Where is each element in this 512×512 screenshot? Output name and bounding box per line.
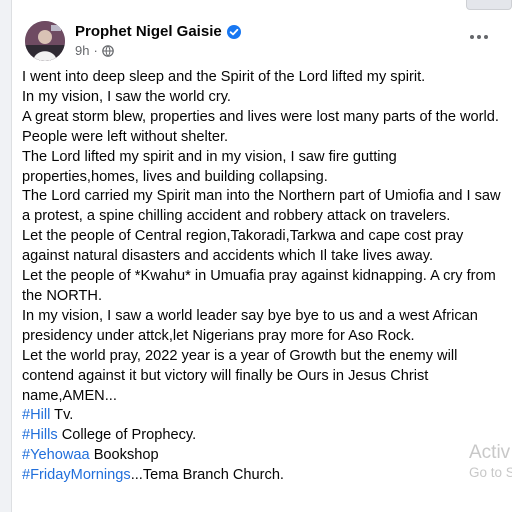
post-time[interactable]: 9h — [75, 43, 89, 58]
hashtag-line: #Hills College of Prophecy. — [22, 426, 508, 446]
avatar-image — [25, 21, 65, 61]
more-options-dot — [477, 35, 481, 39]
avatar[interactable] — [25, 21, 65, 61]
hashtag-line: #Hill Tv. — [22, 406, 508, 426]
hashtag-line-text: Tv. — [50, 407, 74, 424]
more-options-dot — [470, 35, 474, 39]
hashtag-link[interactable]: #Yehowaa — [22, 447, 90, 463]
globe-icon[interactable] — [102, 44, 114, 57]
post-body: I went into deep sleep and the Spirit of… — [22, 68, 508, 486]
hashtag-link[interactable]: #Hills — [22, 427, 58, 443]
meta-separator: · — [93, 43, 98, 58]
post-meta: 9h · — [75, 43, 114, 58]
post-card: Prophet Nigel Gaisie 9h · I went into de… — [11, 0, 512, 512]
hashtag-line: #Yehowaa Bookshop — [22, 446, 508, 466]
post-paragraph: Let the people of Central region,Takorad… — [22, 228, 464, 265]
post-paragraph: In my vision, I saw the world cry. — [22, 88, 231, 105]
author-name[interactable]: Prophet Nigel Gaisie — [75, 23, 222, 40]
post-paragraph: In my vision, I saw a world leader say b… — [22, 307, 478, 344]
hashtag-line-text: Bookshop — [89, 447, 159, 464]
author-row: Prophet Nigel Gaisie — [75, 23, 241, 40]
facebook-post-view: Prophet Nigel Gaisie 9h · I went into de… — [0, 0, 512, 512]
hashtag-line-text: College of Prophecy. — [57, 427, 197, 444]
post-paragraph: The Lord lifted my spirit and in my visi… — [22, 148, 397, 185]
hashtag-line-text: ...Tema Branch Church. — [130, 467, 284, 484]
hashtag-link[interactable]: #FridayMornings — [22, 467, 131, 483]
post-paragraph: The Lord carried my Spirit man into the … — [22, 188, 501, 225]
activation-watermark: Activ Go to S — [469, 441, 512, 482]
post-paragraph: Let the world pray, 2022 year is a year … — [22, 347, 458, 404]
post-paragraph: Let the people of *Kwahu* in Umuafia pra… — [22, 268, 496, 304]
more-options-dot — [484, 35, 488, 39]
post-paragraph: I went into deep sleep and the Spirit of… — [22, 69, 426, 85]
post-header: Prophet Nigel Gaisie 9h · — [12, 0, 512, 66]
hashtag-line: #FridayMornings...Tema Branch Church. — [22, 466, 508, 486]
watermark-line-2: Go to S — [469, 465, 512, 480]
hashtag-link[interactable]: #Hill — [22, 407, 50, 423]
more-options-icon[interactable] — [468, 30, 490, 44]
watermark-line-1: Activ — [469, 442, 511, 463]
post-paragraph: People were left without shelter. — [22, 128, 229, 145]
verified-badge-icon — [226, 24, 241, 39]
post-paragraph: A great storm blew, properties and lives… — [22, 108, 499, 125]
